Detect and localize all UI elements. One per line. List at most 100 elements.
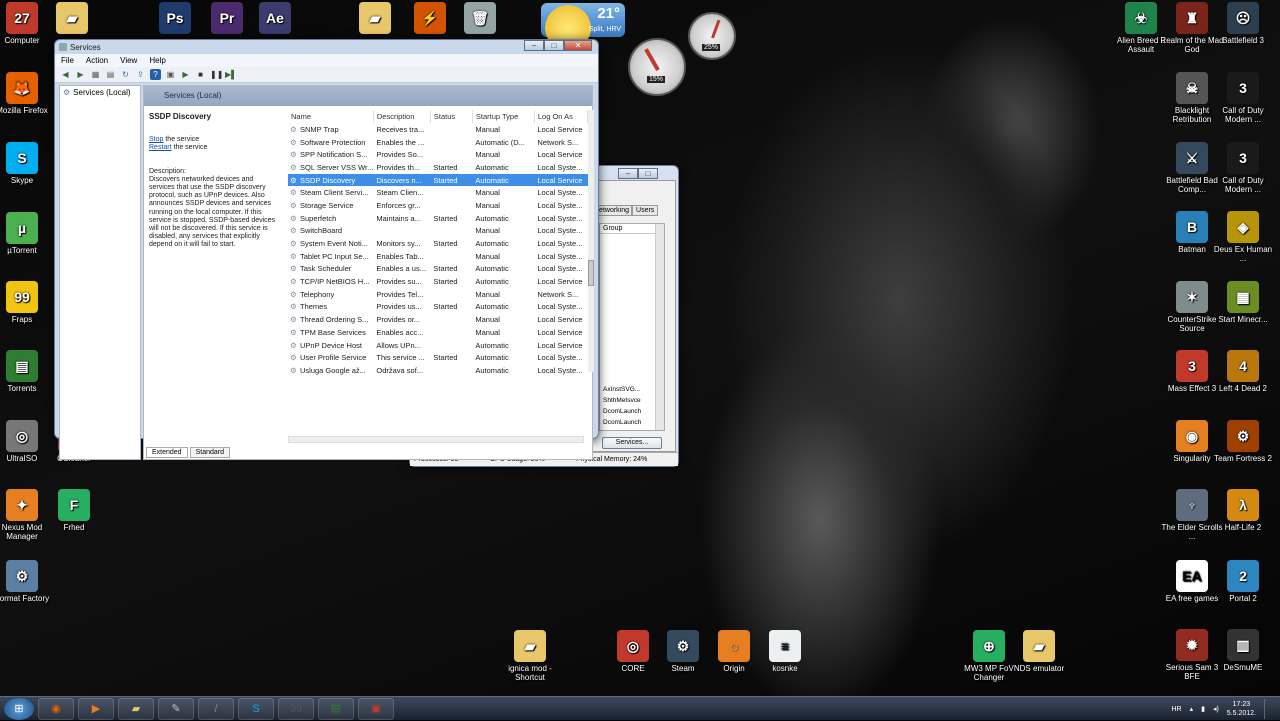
desktop-icon[interactable]: 99 Fraps — [0, 281, 54, 324]
desktop-icon[interactable]: ☹ Battlefield 3 — [1211, 2, 1275, 45]
fraps-icon[interactable]: 99 — [278, 697, 314, 720]
desktop-icon[interactable]: ▤ Torrents — [0, 350, 54, 393]
maximize-button[interactable]: □ — [544, 40, 564, 51]
table-row[interactable]: ⚙ User Profile Service This service ... Sta… — [288, 351, 588, 364]
table-row[interactable]: ⚙ System Event Noti... Monitors sy... Start… — [288, 237, 588, 250]
language-indicator[interactable]: HR — [1171, 706, 1181, 713]
tm-item[interactable]: DcomLaunch — [603, 417, 641, 428]
desktop-icon[interactable]: ⚙ Team Fortress 2 — [1211, 420, 1275, 463]
desktop-icon[interactable]: ≡ kosnke — [753, 630, 817, 673]
network-icon[interactable]: ▮ — [1201, 705, 1205, 713]
restart-service-icon[interactable]: ▶▌ — [225, 69, 237, 80]
desktop-icon[interactable]: F Frhed — [42, 489, 106, 532]
horizontal-scrollbar[interactable] — [288, 436, 584, 443]
table-row[interactable]: ⚙ Superfetch Maintains a... Started Automati… — [288, 212, 588, 225]
weather-gadget[interactable]: 21° Split, HRV — [541, 3, 625, 51]
table-row[interactable]: ⚙ UPnP Device Host Allows UPn... Automatic L… — [288, 339, 588, 352]
close-button[interactable]: ✕ — [564, 40, 592, 51]
explorer-icon[interactable]: ▰ — [118, 697, 154, 720]
tab-standard[interactable]: Standard — [189, 447, 231, 458]
help-icon[interactable]: ? — [150, 69, 161, 80]
clock-date[interactable]: 5.5.2012. — [1227, 709, 1256, 718]
table-row[interactable]: ⚙ Telephony Provides Tel... Manual Network S… — [288, 288, 588, 301]
clock-time[interactable]: 17:23 — [1227, 700, 1256, 709]
desktop-icon[interactable]: ⚙ Format Factory — [0, 560, 54, 603]
back-icon[interactable]: ◀ — [60, 69, 71, 80]
skype-icon[interactable]: S — [238, 697, 274, 720]
table-row[interactable]: ⚙ SNMP Trap Receives tra... Manual Local Ser… — [288, 123, 588, 136]
menu-help[interactable]: Help — [149, 56, 165, 65]
pen-icon[interactable]: / — [198, 697, 234, 720]
desktop-icon[interactable]: 3 Call of Duty Modern ... — [1211, 142, 1275, 194]
table-row[interactable]: ⚙ SSDP Discovery Discovers n... Started Auto… — [288, 173, 588, 187]
table-row[interactable]: ⚙ Thread Ordering S... Provides or... Manua… — [288, 313, 588, 326]
vertical-scrollbar[interactable] — [588, 110, 594, 372]
export-icon[interactable]: ⇪ — [135, 69, 146, 80]
menu-view[interactable]: View — [120, 56, 137, 65]
show-tree-icon[interactable]: ▦ — [90, 69, 101, 80]
tray-chevron-icon[interactable]: ▴ — [1190, 705, 1194, 713]
table-row[interactable]: ⚙ Task Scheduler Enables a us... Started Aut… — [288, 263, 588, 276]
menu-action[interactable]: Action — [86, 56, 108, 65]
table-row[interactable]: ⚙ SPP Notification S... Provides So... Manu… — [288, 148, 588, 161]
table-row[interactable]: ⚙ Tablet PC Input Se... Enables Tab... Manu… — [288, 250, 588, 263]
desktop-icon[interactable]: S Skype — [0, 142, 54, 185]
tm-scrollbar[interactable] — [655, 224, 664, 430]
tm-item[interactable]: ShthMetsvce — [603, 395, 641, 406]
tab-users[interactable]: Users — [632, 205, 659, 216]
col-name[interactable]: Name — [288, 110, 374, 123]
desktop-icon[interactable]: µ µTorrent — [0, 212, 54, 255]
minimize-button[interactable]: – — [618, 168, 638, 179]
forward-icon[interactable]: ▶ — [75, 69, 86, 80]
volume-icon[interactable]: ◂) — [1213, 705, 1219, 713]
table-row[interactable]: ⚙ Themes Provides us... Started Automatic Loc… — [288, 301, 588, 314]
desktop-icon[interactable]: 🗑 — [448, 2, 512, 36]
desktop-icon[interactable]: 4 Left 4 Dead 2 — [1211, 350, 1275, 393]
services-window[interactable]: Services – □ ✕ File Action View Help ◀ ▶… — [54, 39, 599, 460]
desktop-icon[interactable]: ▥ DeSmuME — [1211, 629, 1275, 672]
paint-icon[interactable]: ✎ — [158, 697, 194, 720]
table-row[interactable]: ⚙ TCP/IP NetBIOS H... Provides su... Starte… — [288, 275, 588, 288]
desktop-icon[interactable]: ▦ Start Minecr... — [1211, 281, 1275, 324]
stop-service-link[interactable]: Stop — [149, 136, 163, 143]
tab-extended[interactable]: Extended — [146, 447, 188, 458]
table-row[interactable]: ⚙ TPM Base Services Enables acc... Manual Lo… — [288, 326, 588, 339]
table-row[interactable]: ⚙ Steam Client Servi... Steam Clien... Manu… — [288, 186, 588, 199]
tm-item[interactable]: DcomLaunch — [603, 406, 641, 417]
properties-icon[interactable]: ▤ — [105, 69, 116, 80]
stop-service-icon[interactable]: ■ — [195, 69, 206, 80]
show-desktop-button[interactable] — [1264, 699, 1272, 719]
services-icon[interactable]: ▣ — [358, 697, 394, 720]
minimize-button[interactable]: – — [524, 40, 544, 51]
col-description[interactable]: Description — [373, 110, 431, 123]
restart-service-link[interactable]: Restart — [149, 144, 172, 151]
col-startup-type[interactable]: Startup Type — [472, 110, 535, 123]
menu-file[interactable]: File — [61, 56, 74, 65]
desktop-icon[interactable]: ▰ — [40, 2, 104, 36]
firefox-icon[interactable]: ◉ — [38, 697, 74, 720]
table-row[interactable]: ⚙ SwitchBoard Manual Local Syste... — [288, 225, 588, 238]
desktop-icon[interactable]: 2 Portal 2 — [1211, 560, 1275, 603]
media-player-icon[interactable]: ▶ — [78, 697, 114, 720]
maximize-button[interactable]: □ — [638, 168, 658, 179]
desktop-icon[interactable]: λ Half-Life 2 — [1211, 489, 1275, 532]
desktop-icon[interactable]: ▰ ignica mod - Shortcut — [498, 630, 562, 682]
table-row[interactable]: ⚙ Software Protection Enables the ... Autom… — [288, 136, 588, 149]
table-row[interactable]: ⚙ SQL Server VSS Wr... Provides th... Start… — [288, 161, 588, 174]
desktop-icon[interactable]: 3 Call of Duty Modern ... — [1211, 72, 1275, 124]
start-service-icon[interactable]: ▶ — [180, 69, 191, 80]
desktop-icon[interactable]: ◈ Deus Ex Human ... — [1211, 211, 1275, 263]
table-row[interactable]: ⚙ Usluga Google až... Održava sof... Automa… — [288, 364, 588, 377]
tm-item[interactable]: AxInstSVG... — [603, 384, 641, 395]
desktop-icon[interactable]: ▰ NDS emulator — [1007, 630, 1071, 673]
start-orb-icon[interactable]: ⊞ — [4, 697, 34, 720]
scrollbar-thumb[interactable] — [588, 260, 594, 286]
desktop-icon[interactable]: Ae — [243, 2, 307, 36]
col-status[interactable]: Status — [430, 110, 473, 123]
col-log-on-as[interactable]: Log On As — [534, 110, 589, 123]
title-bar[interactable]: Services — [55, 40, 598, 54]
console-icon[interactable]: ▣ — [165, 69, 176, 80]
tree-item-services-local[interactable]: ⚙ Services (Local) — [60, 86, 140, 99]
table-row[interactable]: ⚙ Storage Service Enforces gr... Manual Loca… — [288, 199, 588, 212]
desktop-icon[interactable]: 🦊 Mozilla Firefox — [0, 72, 54, 115]
